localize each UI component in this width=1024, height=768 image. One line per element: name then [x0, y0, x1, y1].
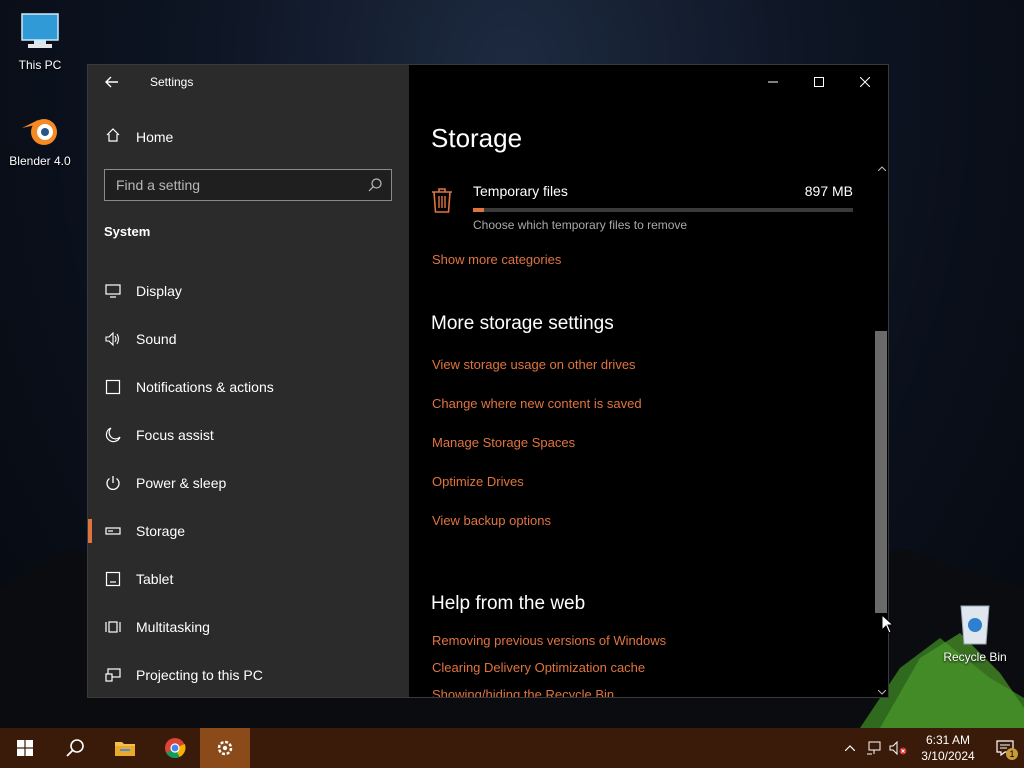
- projecting-icon: [105, 668, 121, 682]
- desktop-icon-recycle-bin[interactable]: Recycle Bin: [935, 600, 1015, 664]
- show-hidden-icons-button[interactable]: [838, 728, 862, 768]
- sidebar-item-sound[interactable]: Sound: [88, 315, 409, 363]
- blender-icon: [22, 119, 57, 145]
- sidebar-item-tablet[interactable]: Tablet: [88, 555, 409, 603]
- sidebar-item-multitasking[interactable]: Multitasking: [88, 603, 409, 651]
- search-icon: [66, 739, 84, 757]
- volume-button[interactable]: [886, 728, 910, 768]
- network-icon: [867, 741, 881, 755]
- desktop-icon-label: This PC: [18, 58, 62, 72]
- usage-bar-fill: [473, 208, 485, 212]
- desktop-icon-this-pc[interactable]: This PC: [0, 10, 80, 72]
- temporary-files-label: Temporary files: [473, 183, 568, 199]
- clock-date: 3/10/2024: [921, 749, 975, 763]
- chevron-up-icon: [845, 745, 855, 751]
- sidebar-nav: Display Sound Notifications & actions Fo…: [88, 267, 409, 697]
- titlebar: Settings: [88, 65, 409, 99]
- manage-storage-spaces-link[interactable]: Manage Storage Spaces: [432, 435, 575, 450]
- change-content-location-link[interactable]: Change where new content is saved: [432, 396, 642, 411]
- notification-count-badge: 1: [1006, 748, 1018, 760]
- sidebar-item-storage[interactable]: Storage: [88, 507, 409, 555]
- start-button[interactable]: [0, 728, 50, 768]
- sidebar-item-label: Tablet: [136, 571, 174, 587]
- taskbar-settings[interactable]: [200, 728, 250, 768]
- search-icon[interactable]: [367, 177, 383, 193]
- search-box[interactable]: [104, 169, 392, 201]
- view-backup-options-link[interactable]: View backup options: [432, 513, 551, 528]
- optimize-drives-link[interactable]: Optimize Drives: [432, 474, 524, 489]
- chevron-down-icon: [877, 689, 886, 695]
- network-button[interactable]: [862, 728, 886, 768]
- page-title: Storage: [431, 123, 523, 153]
- back-arrow-icon: [105, 76, 118, 88]
- mouse-cursor-icon: [881, 614, 893, 634]
- sidebar-item-power-sleep[interactable]: Power & sleep: [88, 459, 409, 507]
- back-button[interactable]: [88, 65, 136, 99]
- home-label: Home: [136, 128, 174, 145]
- home-icon: [106, 128, 120, 142]
- sidebar-item-label: Display: [136, 283, 182, 299]
- notifications-icon: [105, 379, 121, 395]
- sidebar-item-focus-assist[interactable]: Focus assist: [88, 411, 409, 459]
- main-content: Storage Temporary files 897 MB Choose wh…: [409, 65, 888, 697]
- help-link-delivery-optimization[interactable]: Clearing Delivery Optimization cache: [432, 660, 645, 675]
- help-link-recycle-bin[interactable]: Showing/hiding the Recycle Bin: [432, 687, 614, 697]
- taskbar: 6:31 AM 3/10/2024 1: [0, 728, 1024, 768]
- tablet-icon: [105, 571, 121, 587]
- scroll-up-button[interactable]: [873, 161, 888, 175]
- sidebar-item-label: Projecting to this PC: [136, 667, 263, 683]
- temporary-files-size: 897 MB: [804, 183, 853, 199]
- sidebar-item-label: Focus assist: [136, 427, 214, 443]
- power-icon: [106, 476, 120, 490]
- storage-icon: [105, 527, 121, 535]
- view-storage-other-drives-link[interactable]: View storage usage on other drives: [432, 357, 636, 372]
- settings-window: Settings Home System Display Sound: [87, 64, 889, 698]
- temporary-files-description: Choose which temporary files to remove: [473, 218, 688, 232]
- sidebar-item-display[interactable]: Display: [88, 267, 409, 315]
- moon-icon: [105, 427, 121, 443]
- sidebar: Settings Home System Display Sound: [88, 65, 409, 697]
- desktop-icon-label: Recycle Bin: [943, 650, 1007, 664]
- computer-icon: [21, 13, 59, 48]
- taskbar-chrome[interactable]: [150, 728, 200, 768]
- recycle-bin-icon: [960, 605, 990, 645]
- section-title: System: [104, 224, 151, 239]
- sidebar-item-label: Storage: [136, 523, 186, 539]
- sidebar-item-projecting[interactable]: Projecting to this PC: [88, 651, 409, 697]
- temporary-files-usage-bar: [473, 208, 853, 212]
- desktop-icon-blender[interactable]: Blender 4.0: [0, 110, 80, 168]
- scrollbar-thumb[interactable]: [875, 331, 887, 613]
- clock-time: 6:31 AM: [925, 733, 971, 747]
- sidebar-item-label: Notifications & actions: [136, 379, 274, 395]
- more-storage-settings-heading: More storage settings: [431, 313, 614, 334]
- volume-muted-icon: [889, 741, 907, 755]
- help-from-web-heading: Help from the web: [431, 593, 586, 614]
- sidebar-item-label: Power & sleep: [136, 475, 227, 491]
- taskbar-search-button[interactable]: [50, 728, 100, 768]
- desktop-icon-label: Blender 4.0: [9, 154, 71, 168]
- display-icon: [105, 284, 121, 298]
- system-tray: 6:31 AM 3/10/2024 1: [838, 728, 1024, 768]
- chrome-icon: [165, 738, 186, 758]
- folder-icon: [115, 742, 135, 756]
- taskbar-file-explorer[interactable]: [100, 728, 150, 768]
- home-nav-item[interactable]: Home: [104, 127, 173, 146]
- sidebar-item-label: Multitasking: [136, 619, 210, 635]
- action-center-button[interactable]: 1: [986, 728, 1024, 768]
- window-title: Settings: [150, 75, 194, 89]
- gear-icon: [217, 740, 233, 756]
- chevron-up-icon: [877, 165, 886, 171]
- sidebar-item-label: Sound: [136, 331, 177, 347]
- sound-icon: [105, 332, 120, 346]
- trash-icon: [432, 188, 452, 213]
- multitasking-icon: [105, 621, 121, 633]
- help-link-remove-windows-versions[interactable]: Removing previous versions of Windows: [432, 633, 666, 648]
- search-input[interactable]: [116, 177, 356, 193]
- clock[interactable]: 6:31 AM 3/10/2024: [910, 732, 986, 764]
- sidebar-item-notifications[interactable]: Notifications & actions: [88, 363, 409, 411]
- scroll-down-button[interactable]: [873, 685, 888, 697]
- show-more-categories-link[interactable]: Show more categories: [432, 252, 561, 267]
- windows-logo-icon: [17, 740, 33, 756]
- temporary-files-row[interactable]: Temporary files 897 MB Choose which temp…: [431, 183, 861, 233]
